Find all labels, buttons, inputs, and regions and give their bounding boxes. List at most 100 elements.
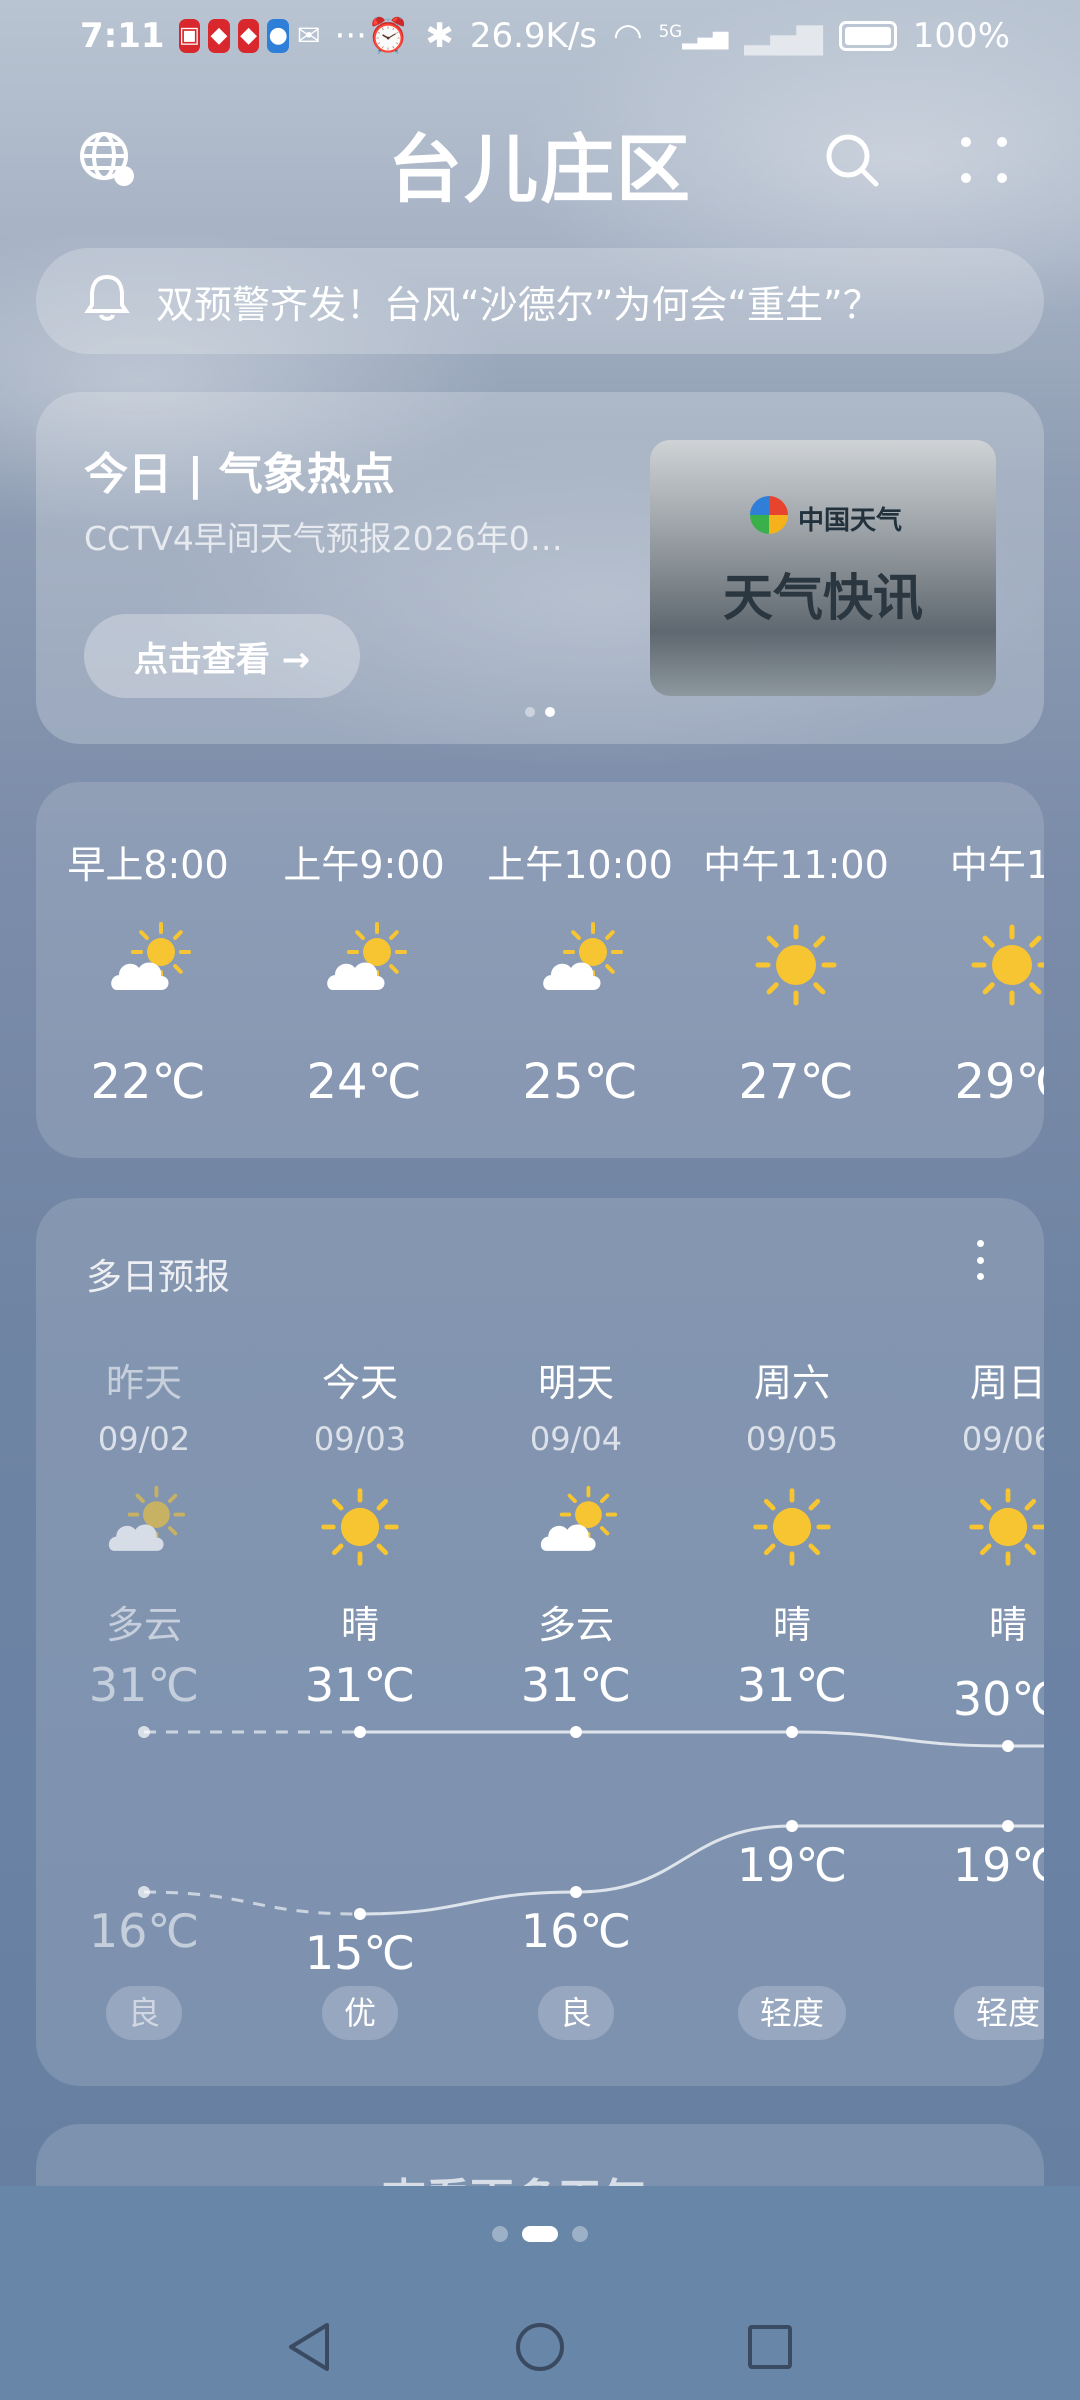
bluetooth-icon: ✱ — [425, 16, 454, 56]
day-date: 09/05 — [745, 1420, 839, 1458]
status-bar: 7:11 ▣ ◆ ◆ ● ✉ ··· ⏰ ✱ 26.9K/s ◠ 5G▂▄▆ ▂… — [0, 0, 1080, 72]
carousel-dots — [525, 707, 555, 717]
high-temp: 31℃ — [736, 1658, 848, 1712]
aqi-badge: 优 — [321, 1986, 399, 2040]
day-label: 周六 — [753, 1361, 830, 1405]
high-temp-point — [786, 1726, 798, 1738]
wechat-icon: ✉ — [297, 19, 321, 52]
hourly-temp: 22℃ — [90, 1054, 206, 1110]
high-temp-point — [138, 1726, 150, 1738]
low-temp-point — [1002, 1820, 1014, 1832]
day-label: 周日 — [969, 1361, 1044, 1405]
search-icon[interactable] — [812, 120, 892, 200]
low-temp-point — [138, 1886, 150, 1898]
more-notifications: ··· — [334, 16, 367, 56]
thumbnail-brand: 中国天气 — [798, 506, 903, 536]
partly-cloudy-icon — [319, 920, 409, 1010]
day-date: 09/02 — [97, 1420, 191, 1458]
sunny-icon — [317, 1484, 403, 1570]
multi-day-forecast[interactable]: 多日预报 昨天 09/02 多云 31℃ 16℃ 良今天 09/03 晴 31℃… — [36, 1198, 1044, 2086]
home-nav-button[interactable] — [505, 2312, 575, 2382]
aqi-badge: 良 — [537, 1986, 615, 2040]
page-dot-active — [522, 2226, 558, 2242]
hourly-temp: 24℃ — [306, 1054, 422, 1110]
wifi-icon: ◠ — [613, 16, 643, 56]
high-temp-point — [354, 1726, 366, 1738]
low-temp: 15℃ — [304, 1926, 416, 1980]
aqi-badge: 轻度 — [737, 1986, 847, 2040]
menu-dots-icon[interactable] — [944, 120, 1024, 200]
hourly-time: 中午12 — [949, 843, 1044, 887]
page-title: 台儿庄区 — [388, 127, 692, 213]
bottom-bar — [0, 2186, 1080, 2400]
day-date: 09/04 — [529, 1420, 623, 1458]
day-date: 09/03 — [313, 1420, 407, 1458]
high-temp: 30℃ — [952, 1672, 1044, 1726]
partly-cloudy-icon — [535, 920, 625, 1010]
hourly-time: 早上8:00 — [67, 843, 229, 887]
hourly-temp: 29℃ — [954, 1054, 1045, 1110]
day-label: 昨天 — [105, 1361, 182, 1405]
carousel-dot-active — [545, 707, 555, 717]
high-temp-point — [570, 1726, 582, 1738]
low-temp-point — [570, 1886, 582, 1898]
high-temp: 31℃ — [520, 1658, 632, 1712]
aqi-badge: 轻度 — [953, 1986, 1044, 2040]
hotspot-title: 今日 | 气象热点 — [84, 449, 395, 500]
red-app-icon-2: ◆ — [237, 19, 260, 53]
carousel-dot — [525, 707, 535, 717]
sunny-icon — [967, 920, 1044, 1010]
recents-nav-button[interactable] — [735, 2312, 805, 2382]
signal-icon: 5G▂▄▆ — [658, 22, 729, 50]
thumbnail-title: 天气快讯 — [723, 569, 923, 627]
cloudy-dim-icon — [101, 1484, 187, 1570]
day-condition: 多云 — [537, 1603, 614, 1647]
alert-text: 双预警齐发！台风“沙德尔”为何会“重生”？ — [156, 282, 881, 327]
low-temp: 16℃ — [520, 1904, 632, 1958]
partly-cloudy-icon — [533, 1484, 619, 1570]
status-time: 7:11 — [80, 16, 165, 56]
china-weather-logo-icon — [750, 496, 788, 534]
low-temp-point — [786, 1820, 798, 1832]
page-dot — [492, 2226, 508, 2242]
warning-banner[interactable]: 双预警齐发！台风“沙德尔”为何会“重生”？ — [36, 248, 1044, 354]
day-label: 明天 — [537, 1361, 614, 1405]
hourly-temp: 25℃ — [522, 1054, 638, 1110]
high-temp: 31℃ — [304, 1658, 416, 1712]
day-date: 09/06 — [961, 1420, 1044, 1458]
signal-icon-2: ▂▄▆ — [744, 16, 823, 56]
day-condition: 多云 — [105, 1603, 182, 1647]
high-temp-point — [1002, 1740, 1014, 1752]
page-indicator — [0, 2226, 1080, 2242]
header: 台儿庄区 — [0, 100, 1080, 220]
weather-hotspot-card[interactable]: 今日 | 气象热点 CCTV4早间天气预报2026年0… 点击查看 → 中国天气… — [36, 392, 1044, 744]
hourly-time: 中午11:00 — [703, 843, 889, 887]
hourly-temp: 27℃ — [738, 1054, 854, 1110]
red-app-icon: ◆ — [208, 19, 230, 53]
low-temp-point — [354, 1908, 366, 1920]
net-speed: 26.9K/s — [469, 16, 597, 56]
sunny-icon — [751, 920, 841, 1010]
high-temp-segment — [791, 1730, 1009, 1748]
sunny-icon — [965, 1484, 1044, 1570]
day-condition: 晴 — [988, 1603, 1027, 1647]
hourly-time: 上午9:00 — [283, 843, 445, 887]
view-button[interactable]: 点击查看 → — [84, 614, 360, 698]
book-app-icon: ▣ — [178, 19, 201, 53]
video-thumbnail[interactable]: 中国天气 天气快讯 — [650, 440, 996, 696]
network-type: 5G — [658, 22, 683, 42]
low-temp: 19℃ — [736, 1838, 848, 1892]
day-condition: 晴 — [340, 1603, 379, 1647]
high-temp: 31℃ — [88, 1658, 200, 1712]
hourly-forecast[interactable]: 早上8:00 22℃ 上午9:00 24℃ 上午10:00 25℃ 中午11:00 2… — [36, 782, 1044, 1158]
aqi-badge: 良 — [105, 1986, 183, 2040]
battery-percent: 100% — [912, 16, 1010, 56]
back-nav-button[interactable] — [274, 2312, 344, 2382]
alert-bell-icon — [84, 271, 130, 332]
battery-icon — [838, 21, 897, 51]
hotspot-subtitle: CCTV4早间天气预报2026年0… — [84, 519, 563, 558]
low-temp: 16℃ — [88, 1904, 200, 1958]
browser-app-icon: ● — [267, 19, 290, 53]
sunny-icon — [749, 1484, 835, 1570]
page-dot — [572, 2226, 588, 2242]
